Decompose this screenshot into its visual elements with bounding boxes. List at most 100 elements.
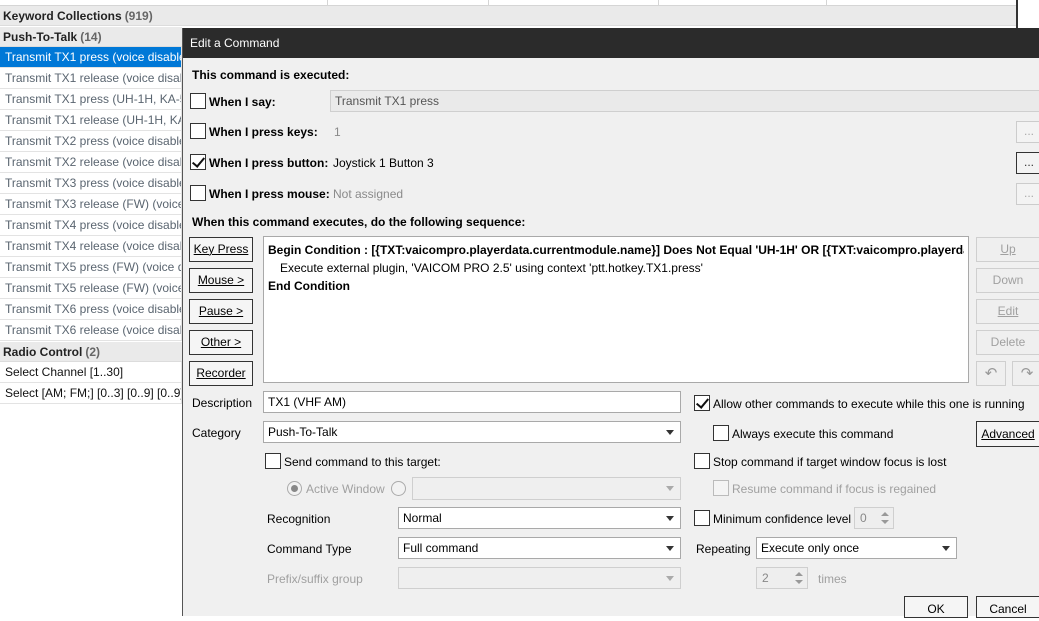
when-say-label: When I say: (209, 95, 276, 109)
resume-focus-checkbox[interactable] (713, 480, 729, 496)
cancel-button[interactable]: Cancel (976, 596, 1039, 618)
list-item[interactable]: Transmit TX3 press (voice disabled) (0, 173, 182, 194)
sequence-item[interactable]: Execute external plugin, 'VAICOM PRO 2.5… (268, 259, 964, 277)
window-edge (1016, 0, 1039, 30)
advanced-button[interactable]: Advanced (976, 421, 1039, 447)
min-confidence-label: Minimum confidence level (713, 512, 852, 526)
executed-heading: This command is executed: (192, 68, 350, 82)
repeat-times-value: 2 (762, 571, 769, 585)
when-mouse-label: When I press mouse: (209, 187, 330, 201)
active-window-radio[interactable] (287, 481, 302, 496)
ok-button[interactable]: OK (904, 596, 968, 618)
spin-down-icon[interactable] (795, 580, 803, 584)
when-say-input[interactable]: Transmit TX1 press (330, 90, 1039, 112)
dialog-titlebar[interactable]: Edit a Command (183, 28, 1039, 58)
spin-up-icon[interactable] (881, 512, 889, 516)
when-mouse-value: Not assigned (333, 187, 404, 201)
group-name: Keyword Collections (3, 9, 122, 23)
always-execute-checkbox[interactable] (713, 425, 729, 441)
target-window-radio[interactable] (391, 481, 406, 496)
chevron-down-icon (666, 516, 674, 521)
down-label: Down (992, 273, 1024, 287)
chevron-down-icon (666, 546, 674, 551)
list-item[interactable]: Transmit TX5 release (FW) (voice disable… (0, 278, 182, 299)
other-button[interactable]: Other > (189, 330, 253, 355)
list-item[interactable]: Select [AM; FM;] [0..3] [0..9] [0..9] de… (0, 383, 182, 404)
list-item[interactable]: Transmit TX1 press (UH-1H, KA-50, Mi-8) (0, 89, 182, 110)
allow-other-checkbox[interactable] (694, 395, 710, 411)
repeating-value: Execute only once (761, 541, 860, 555)
action-sequence-list[interactable]: Begin Condition : [{TXT:vaicompro.player… (263, 236, 969, 383)
pause-button[interactable]: Pause > (189, 299, 253, 324)
stop-focus-checkbox[interactable] (694, 453, 710, 469)
up-label: Up (1000, 242, 1016, 256)
group-header-radio-control[interactable]: Radio Control (2) (0, 342, 182, 362)
recorder-label: Recorder (196, 366, 246, 380)
group-count: (919) (124, 9, 153, 23)
command-type-label: Command Type (267, 542, 352, 556)
list-item[interactable]: Transmit TX1 release (voice disabled) (0, 68, 182, 89)
group-name: Radio Control (3, 345, 83, 359)
mouse-action-button[interactable]: Mouse > (189, 268, 253, 293)
list-item[interactable]: Select Channel [1..30] (0, 362, 182, 383)
description-input[interactable]: TX1 (VHF AM) (263, 391, 681, 413)
sequence-item[interactable]: Begin Condition : [{TXT:vaicompro.player… (268, 241, 964, 259)
edit-command-dialog: Edit a Command This command is executed:… (182, 28, 1039, 618)
recorder-button[interactable]: Recorder (189, 361, 253, 386)
send-target-checkbox[interactable] (265, 453, 281, 469)
recognition-select[interactable]: Normal (398, 507, 681, 529)
min-confidence-spinner[interactable]: 0 (854, 507, 894, 529)
move-up-button[interactable]: Up (976, 237, 1039, 262)
repeat-times-spinner[interactable]: 2 (756, 567, 808, 589)
category-label: Category (192, 426, 241, 440)
list-item[interactable]: Transmit TX2 press (voice disabled) (0, 131, 182, 152)
command-type-select[interactable]: Full command (398, 537, 681, 559)
sequence-item[interactable]: End Condition (268, 277, 964, 295)
when-keys-checkbox[interactable] (190, 123, 206, 139)
spin-up-icon[interactable] (795, 572, 803, 576)
delete-label: Delete (990, 335, 1026, 349)
list-item[interactable]: Transmit TX1 press (voice disabled) (0, 47, 182, 68)
spin-down-icon[interactable] (881, 520, 889, 524)
when-say-checkbox[interactable] (190, 93, 206, 109)
list-item[interactable]: Transmit TX6 press (voice disabled) (0, 299, 182, 320)
move-down-button[interactable]: Down (976, 268, 1039, 293)
min-confidence-checkbox[interactable] (694, 510, 710, 526)
list-item[interactable]: Transmit TX4 release (voice disabled) (0, 236, 182, 257)
repeating-select[interactable]: Execute only once (756, 537, 957, 559)
when-button-label: When I press button: (209, 156, 329, 170)
list-item[interactable]: Transmit TX1 release (UH-1H, KA-50, Mi-8… (0, 110, 182, 131)
mouse-action-label: Mouse > (197, 273, 245, 287)
undo-icon[interactable]: ↶ (976, 361, 1006, 386)
chevron-down-icon (666, 486, 674, 491)
button-browse-button[interactable]: ... (1016, 152, 1039, 174)
list-item[interactable]: Transmit TX3 release (FW) (voice disable… (0, 194, 182, 215)
edit-label: Edit (997, 304, 1019, 318)
list-item[interactable]: Transmit TX2 release (voice disabled) (0, 152, 182, 173)
when-button-checkbox[interactable] (190, 154, 206, 170)
list-item[interactable]: Transmit TX5 press (FW) (voice disabled) (0, 257, 182, 278)
repeating-label: Repeating (696, 542, 751, 556)
key-press-label: Key Press (193, 242, 249, 256)
target-window-select[interactable] (412, 477, 681, 500)
stop-focus-label: Stop command if target window focus is l… (713, 455, 947, 469)
group-header-push-to-talk[interactable]: Push-To-Talk (14) (0, 27, 182, 47)
edit-action-button[interactable]: Edit (976, 299, 1039, 324)
other-label: Other > (200, 335, 242, 349)
chevron-down-icon (666, 430, 674, 435)
keys-browse-button[interactable]: ... (1016, 121, 1039, 143)
resume-focus-label: Resume command if focus is regained (732, 482, 937, 496)
prefix-suffix-select[interactable] (398, 567, 681, 589)
prefix-suffix-label: Prefix/suffix group (267, 572, 363, 586)
key-press-button[interactable]: Key Press (189, 237, 253, 262)
list-item[interactable]: Transmit TX4 press (voice disabled) (0, 215, 182, 236)
delete-action-button[interactable]: Delete (976, 330, 1039, 355)
category-select[interactable]: Push-To-Talk (263, 421, 681, 443)
mouse-browse-button[interactable]: ... (1016, 183, 1039, 205)
group-header-keyword-collections[interactable]: Keyword Collections (919) (0, 6, 1016, 26)
group-count: (14) (80, 30, 102, 44)
redo-icon[interactable]: ↷ (1012, 361, 1039, 386)
always-execute-label: Always execute this command (732, 427, 894, 441)
list-item[interactable]: Transmit TX6 release (voice disabled) (0, 320, 182, 341)
when-mouse-checkbox[interactable] (190, 185, 206, 201)
